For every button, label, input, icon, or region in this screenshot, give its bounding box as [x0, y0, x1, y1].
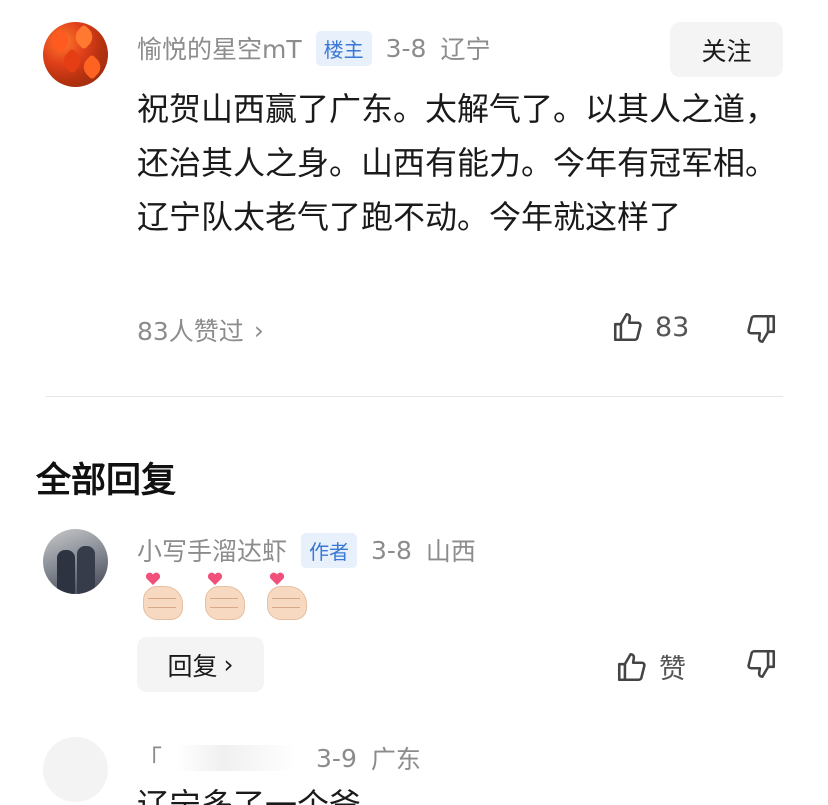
like-button[interactable]: 赞 — [615, 647, 686, 686]
reply-button-label: 回复 — [167, 651, 218, 681]
like-count: 83 — [655, 311, 690, 343]
like-button[interactable]: 83 — [611, 310, 689, 344]
thumbs-down-icon — [744, 312, 778, 346]
username[interactable]: 小写手溜达虾 — [137, 532, 287, 568]
redacted-region — [176, 745, 297, 771]
avatar[interactable] — [43, 737, 108, 802]
comment-date: 3-8 — [385, 33, 427, 63]
thumbs-down-icon — [744, 647, 778, 681]
chevron-right-icon: › — [253, 315, 264, 345]
reply-emoji-content — [141, 570, 307, 622]
reply-location: 山西 — [425, 537, 476, 566]
reply-meta: 小写手溜达虾 作者 3-8 山西 — [137, 532, 476, 568]
dislike-button[interactable] — [744, 312, 778, 346]
divider — [46, 396, 783, 397]
reply-date: 3-8 — [371, 535, 412, 565]
username[interactable]: 愉悦的星空mT — [137, 30, 302, 66]
avatar[interactable] — [43, 22, 108, 87]
thumbs-up-icon — [615, 650, 649, 684]
reply-button[interactable]: 回复 › — [137, 637, 264, 692]
op-badge: 楼主 — [315, 30, 372, 66]
avatar[interactable] — [43, 529, 108, 594]
reply-text: 辽宁多了一个爸 — [137, 786, 362, 805]
section-title: 全部回复 — [36, 461, 177, 501]
reply-date: 3-9 — [316, 743, 357, 773]
thumbs-up-icon — [611, 310, 645, 344]
username[interactable]: 「 — [137, 740, 162, 776]
comment-location: 辽宁 — [440, 35, 491, 64]
like-label: 赞 — [659, 654, 686, 685]
comment-text: 祝贺山西赢了广东。太解气了。以其人之道，还治其人之身。山西有能力。今年有冠军相。… — [137, 90, 778, 236]
likes-summary-link[interactable]: 83人赞过 › — [137, 312, 264, 348]
heart-hands-icon — [265, 570, 307, 622]
chevron-right-icon: › — [223, 650, 234, 679]
heart-hands-icon — [141, 570, 183, 622]
follow-button[interactable]: 关注 — [670, 22, 783, 77]
comment-meta: 愉悦的星空mT 楼主 3-8 辽宁 — [137, 30, 490, 66]
likes-summary-text: 83人赞过 — [137, 317, 244, 346]
dislike-button[interactable] — [744, 647, 778, 681]
reply-location: 广东 — [370, 745, 421, 774]
author-badge: 作者 — [301, 532, 358, 568]
comment-thread: 愉悦的星空mT 楼主 3-8 辽宁 关注 祝贺山西赢了广东。太解气了。以其人之道… — [0, 0, 828, 805]
reply-meta: 「 3-9 广东 — [137, 740, 421, 776]
heart-hands-icon — [203, 570, 245, 622]
